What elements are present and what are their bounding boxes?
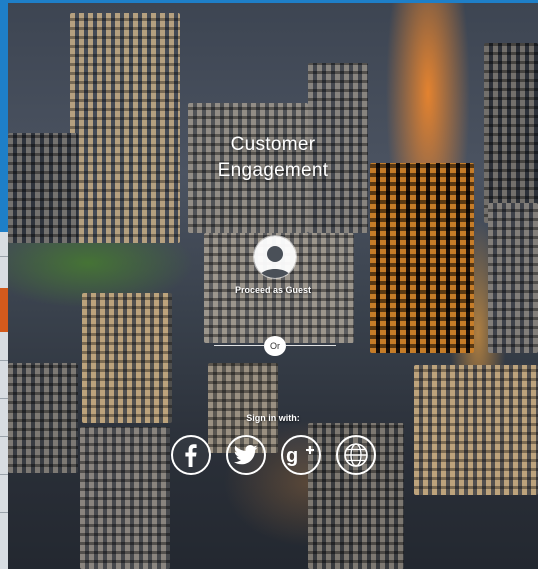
- underlying-page-divider: [0, 398, 8, 399]
- or-divider: Or: [264, 336, 286, 356]
- underlying-page-edge: [0, 0, 8, 569]
- underlying-page-divider: [0, 360, 8, 361]
- underlying-page-divider: [0, 256, 8, 257]
- underlying-page-divider: [0, 436, 8, 437]
- twitter-sign-in-button[interactable]: [226, 435, 266, 475]
- google-plus-icon: g: [286, 445, 314, 466]
- underlying-page-orange-band: [0, 288, 8, 332]
- facebook-icon: [185, 444, 197, 467]
- proceed-as-guest-button[interactable]: [254, 236, 296, 278]
- facebook-sign-in-button[interactable]: [171, 435, 211, 475]
- underlying-page-divider: [0, 474, 8, 475]
- page-title-line2: Engagement: [217, 160, 329, 181]
- page-title-line1: Customer: [230, 134, 316, 155]
- divider-line-right: [286, 345, 336, 346]
- web-sign-in-button[interactable]: [336, 435, 376, 475]
- proceed-as-guest-label[interactable]: Proceed as Guest: [8, 285, 538, 295]
- underlying-page-divider: [0, 512, 8, 513]
- google-plus-sign-in-button[interactable]: g: [281, 435, 321, 475]
- sign-in-with-label: Sign in with:: [246, 413, 300, 423]
- customer-engagement-panel: Customer Engagement Proceed as Guest Or …: [8, 3, 538, 569]
- user-avatar-icon: [259, 246, 291, 278]
- svg-text:g: g: [286, 445, 298, 466]
- globe-icon: [344, 443, 368, 467]
- underlying-page-blue-band: [0, 0, 8, 232]
- divider-line-left: [214, 345, 264, 346]
- twitter-icon: [234, 445, 258, 465]
